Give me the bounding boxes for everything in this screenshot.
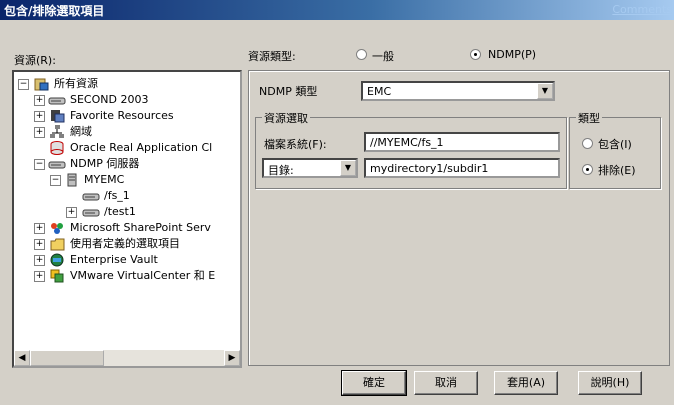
directory-value: mydirectory1/subdir1 [370,162,489,175]
tree-node-ndmp-servers[interactable]: − NDMP 伺服器 [34,156,234,172]
expand-icon[interactable]: + [34,271,45,282]
vmware-icon [50,269,65,283]
ndmp-type-label: NDMP 類型 [259,85,318,98]
ok-button[interactable]: 確定 [341,370,407,396]
cancel-button[interactable]: 取消 [414,371,478,395]
radio-ndmp[interactable] [470,49,481,60]
tree-node-label: Enterprise Vault [70,253,158,266]
tree-node-fs1[interactable]: /fs_1 [78,188,228,204]
server-icon [66,173,81,187]
filesystem-label: 檔案系統(F): [264,138,327,151]
vault-icon [50,253,65,267]
title-bar: 包含/排除選取項目 Comments [0,0,674,20]
ndmp-type-value: EMC [367,85,392,98]
tree-node-label: Oracle Real Application Cl [70,141,213,154]
collapse-icon[interactable]: − [34,159,45,170]
filesystem-value: //MYEMC/fs_1 [370,136,444,149]
collapse-icon[interactable]: − [18,79,29,90]
server-icon [48,95,66,107]
tree-node-label: /test1 [104,205,136,218]
tree-node-enterprise-vault[interactable]: + Enterprise Vault [34,252,240,268]
help-button[interactable]: 說明(H) [578,371,642,395]
collapse-icon[interactable]: − [50,175,61,186]
scroll-thumb[interactable] [30,350,104,366]
expand-icon[interactable]: + [34,223,45,234]
drive-icon [82,191,100,203]
radio-exclude-label: 排除(E) [598,164,636,177]
type-group-label: 類型 [576,110,602,126]
tree-node-label: SECOND 2003 [70,93,149,106]
comments-link[interactable]: Comments [612,3,672,16]
favorites-icon [50,109,65,123]
tree-node-label: 所有資源 [54,77,98,90]
expand-icon[interactable]: + [66,207,77,218]
tree-node-label: Favorite Resources [70,109,174,122]
radio-ndmp-label: NDMP(P) [488,48,537,61]
sharepoint-icon [50,222,65,234]
expand-icon[interactable]: + [34,127,45,138]
radio-general[interactable] [356,49,367,60]
radio-include[interactable] [582,138,593,149]
tree-node-domain[interactable]: + 網域 [34,124,234,140]
resource-selection-label: 資源選取 [262,110,310,126]
network-icon [50,125,65,138]
radio-general-label: 一般 [372,50,394,63]
tree-node-favorites[interactable]: + Favorite Resources [34,108,234,124]
type-group: 類型 包含(I) 排除(E) [569,110,661,189]
tree-node-oracle[interactable]: Oracle Real Application Cl [34,140,240,156]
tree-node-label: /fs_1 [104,189,130,202]
resource-type-label: 資源類型: [248,50,296,63]
resources-label: 資源(R): [14,54,56,67]
tree-node-second2003[interactable]: + SECOND 2003 [34,92,234,108]
tree-node-label: 網域 [70,125,92,138]
directory-type-value: 目錄: [268,164,294,177]
expand-icon[interactable]: + [34,111,45,122]
resource-tree[interactable]: − 所有資源 + SECOND 2003 + Favorite Resource… [12,70,242,368]
ndmp-settings-panel: NDMP 類型 EMC ▼ 資源選取 檔案系統(F): //MYEMC/fs_1… [248,70,670,366]
chevron-down-icon[interactable]: ▼ [537,83,553,99]
window-title: 包含/排除選取項目 [4,4,105,18]
oracle-icon [50,141,65,155]
scroll-right-icon[interactable]: ▶ [224,350,240,366]
expand-icon[interactable]: + [34,255,45,266]
filesystem-field[interactable]: //MYEMC/fs_1 [364,132,560,152]
tree-node-label: VMware VirtualCenter 和 E [70,269,216,282]
tree-node-label: 使用者定義的選取項目 [70,237,180,250]
radio-include-label: 包含(I) [598,138,632,151]
tree-node-test1[interactable]: + /test1 [66,204,226,220]
resource-selection-group: 資源選取 檔案系統(F): //MYEMC/fs_1 目錄: ▼ mydirec… [255,110,567,189]
chevron-down-icon[interactable]: ▼ [340,160,356,176]
tree-node-label: MYEMC [84,173,125,186]
tree-node-sharepoint[interactable]: + Microsoft SharePoint Serv [34,220,240,236]
expand-icon[interactable]: + [34,239,45,250]
server-icon [48,159,66,171]
expand-icon[interactable]: + [34,95,45,106]
directory-field[interactable]: mydirectory1/subdir1 [364,158,560,178]
tree-node-user-defined[interactable]: + 使用者定義的選取項目 [34,236,240,252]
folder-icon [50,238,65,251]
scroll-left-icon[interactable]: ◀ [14,350,30,366]
tree-node-myemc[interactable]: − MYEMC [50,172,236,188]
tree-node-label: Microsoft SharePoint Serv [70,221,211,234]
radio-exclude[interactable] [582,164,593,175]
tree-node-all-resources[interactable]: − 所有資源 [18,76,238,92]
tree-horizontal-scrollbar[interactable]: ◀ ▶ [14,350,240,366]
tree-node-label: NDMP 伺服器 [70,157,140,170]
directory-type-select[interactable]: 目錄: ▼ [262,158,358,178]
all-resources-icon [34,78,49,91]
apply-button[interactable]: 套用(A) [494,371,558,395]
drive-icon [82,207,100,219]
tree-node-vmware[interactable]: + VMware VirtualCenter 和 E [34,268,240,284]
ndmp-type-select[interactable]: EMC ▼ [361,81,555,101]
